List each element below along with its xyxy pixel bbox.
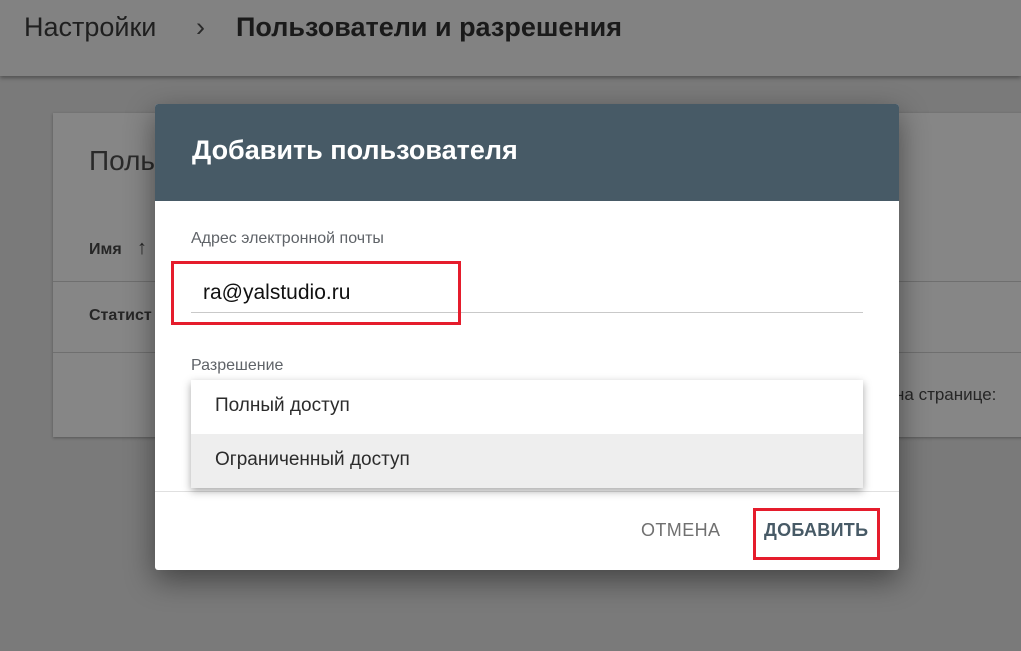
dialog-header: Добавить пользователя bbox=[155, 104, 899, 201]
email-field-label: Адрес электронной почты bbox=[191, 230, 384, 247]
breadcrumb-settings-link[interactable]: Настройки bbox=[24, 12, 156, 43]
page-title: Пользователи и разрешения bbox=[236, 12, 623, 42]
email-highlight-box bbox=[171, 261, 461, 325]
sort-arrow-up-icon[interactable]: ↑ bbox=[137, 237, 147, 260]
dialog-title: Добавить пользователя bbox=[192, 135, 518, 165]
cancel-button[interactable]: ОТМЕНА bbox=[641, 520, 720, 541]
permission-option-full-access[interactable]: Полный доступ bbox=[191, 380, 863, 434]
add-button-highlight-box bbox=[753, 508, 880, 560]
top-bar: Настройки › Пользователи и разрешения bbox=[0, 0, 1021, 76]
column-header-name[interactable]: Имя bbox=[89, 241, 122, 259]
rows-per-page-label: на странице: bbox=[895, 385, 997, 404]
chevron-right-icon: › bbox=[196, 12, 205, 42]
option-label: Полный доступ bbox=[215, 395, 350, 416]
card-title: Поль bbox=[89, 145, 156, 176]
option-label: Ограниченный доступ bbox=[215, 449, 410, 470]
permission-field-label: Разрешение bbox=[191, 357, 284, 374]
dialog-footer-divider bbox=[155, 491, 899, 492]
permission-option-restricted-access[interactable]: Ограниченный доступ bbox=[191, 434, 863, 488]
permission-dropdown-menu: Полный доступ Ограниченный доступ bbox=[191, 380, 863, 488]
table-row[interactable]: Статист bbox=[89, 307, 152, 325]
add-user-dialog: Добавить пользователя Адрес электронной … bbox=[155, 104, 899, 570]
